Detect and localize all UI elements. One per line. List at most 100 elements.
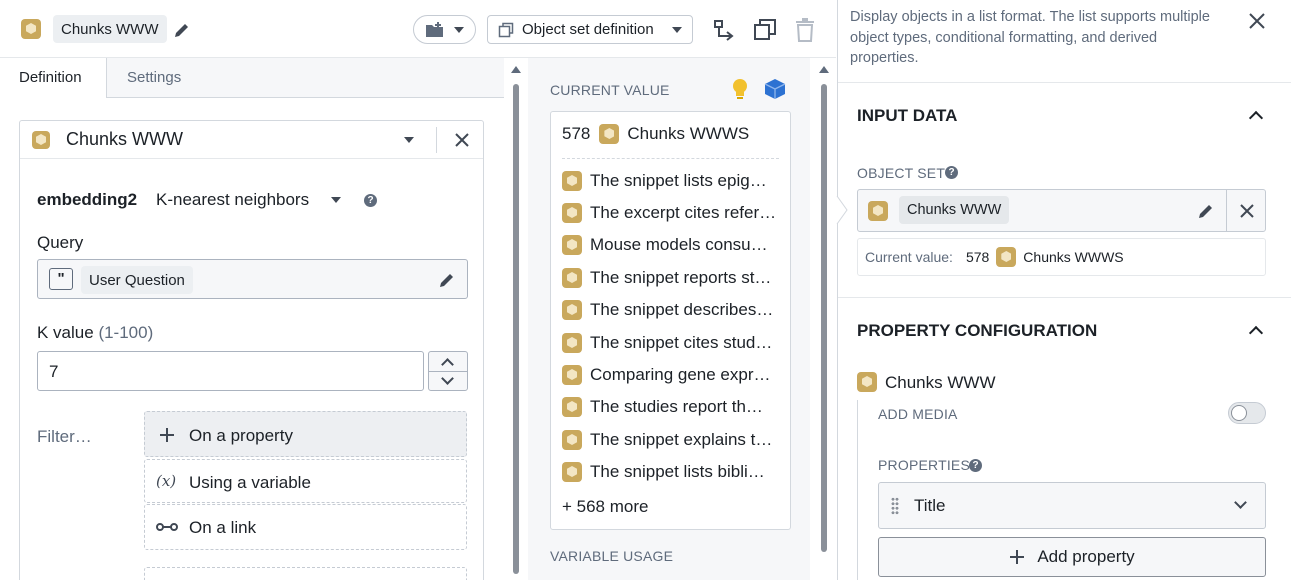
lightbulb-icon[interactable] (731, 78, 749, 100)
middle-scrollbar[interactable] (818, 58, 830, 580)
add-media-label: ADD MEDIA (878, 406, 958, 422)
list-item[interactable]: Comparing gene expr… (562, 360, 784, 390)
panel-pointer (836, 196, 848, 224)
increment-icon[interactable] (441, 358, 454, 371)
query-input[interactable]: " User Question (37, 259, 468, 299)
card-object-type: Chunks WWW (66, 129, 183, 149)
property-select[interactable]: Title (878, 482, 1266, 529)
list-item[interactable]: The snippet lists epig… (562, 166, 784, 196)
add-folder-dropdown-button[interactable] (413, 15, 476, 44)
chevron-up-icon[interactable] (1248, 325, 1264, 341)
object-type-icon (562, 462, 582, 482)
list-item[interactable]: The snippet lists bibli… (562, 457, 784, 487)
filter-option-label: On a property (189, 426, 293, 445)
divider (562, 158, 779, 159)
object-set-current-value: Current value: 578 Chunks WWWS (857, 238, 1266, 276)
chevron-down-icon[interactable] (331, 197, 341, 203)
current-value-list: 578 Chunks WWWS The snippet lists epig… … (550, 111, 791, 530)
filter-option-label: On a link (189, 518, 257, 537)
list-item[interactable]: The studies report th… (562, 392, 784, 422)
editor-tabs: Definition Settings (0, 58, 504, 98)
close-icon[interactable] (454, 132, 470, 148)
filter-on-property-option[interactable]: On a property (144, 411, 467, 457)
query-label: Query (37, 233, 84, 252)
widget-config-panel: Display objects in a list format. The li… (837, 0, 1291, 580)
drag-handle-icon[interactable] (891, 497, 899, 515)
left-scrollbar[interactable] (510, 58, 522, 580)
object-type-icon (21, 19, 41, 39)
object-set-label: OBJECT SET (857, 165, 946, 181)
chevron-down-icon[interactable] (404, 137, 414, 143)
add-property-button[interactable]: Add property (878, 537, 1266, 577)
help-icon[interactable]: ? (945, 166, 958, 179)
add-media-toggle[interactable] (1228, 402, 1266, 424)
list-item[interactable]: The snippet describes… (562, 295, 784, 325)
scroll-up-icon[interactable] (511, 66, 521, 73)
list-item[interactable]: The excerpt cites refer… (562, 198, 784, 228)
k-value-stepper[interactable] (428, 351, 468, 391)
edit-pencil-icon[interactable] (437, 270, 457, 290)
tab-definition[interactable]: Definition (0, 58, 107, 98)
object-set-chip[interactable]: Chunks WWW (899, 196, 1010, 224)
list-item[interactable]: The snippet reports st… (562, 263, 784, 293)
object-type-icon (562, 300, 582, 320)
list-item[interactable]: The snippet cites stud… (562, 328, 784, 358)
object-type-icon (562, 333, 582, 353)
tab-settings[interactable]: Settings (108, 58, 200, 98)
copy-icon (498, 22, 514, 37)
tree-line (857, 400, 858, 580)
object-type-icon (996, 247, 1017, 267)
scroll-thumb[interactable] (513, 84, 519, 574)
list-item[interactable]: The snippet explains t… (562, 425, 784, 455)
close-icon[interactable] (1240, 204, 1254, 218)
object-count: 578 (562, 124, 591, 143)
input-data-title: INPUT DATA (857, 106, 958, 125)
object-type-icon (32, 131, 50, 149)
k-value-label: K value (1-100) (37, 323, 154, 342)
chevron-down-icon (671, 26, 682, 33)
filter-more-option[interactable] (144, 567, 467, 580)
embedding-property-label: embedding2 (37, 190, 138, 209)
object-type-icon (857, 372, 877, 392)
object-set-definition-card: Chunks WWW embedding2 K-nearest neighbor… (19, 120, 484, 580)
object-set-input[interactable]: Chunks WWW (857, 189, 1266, 232)
trash-icon[interactable] (794, 18, 816, 42)
divider (436, 127, 437, 153)
edit-pencil-icon[interactable] (1196, 201, 1216, 221)
filter-on-link-option[interactable]: On a link (144, 504, 467, 550)
scroll-up-icon[interactable] (819, 66, 829, 73)
object-set-definition-dropdown[interactable]: Object set definition (487, 15, 693, 44)
list-item[interactable]: Mouse models consu… (562, 230, 784, 260)
quote-icon: " (49, 268, 73, 290)
close-icon[interactable] (1249, 13, 1265, 29)
plus-icon (160, 428, 174, 442)
chevron-up-icon[interactable] (1248, 110, 1264, 126)
filter-label: Filter… (37, 427, 92, 446)
k-value-input[interactable]: 7 (37, 351, 424, 391)
object-type-icon (562, 430, 582, 450)
more-items-link[interactable]: + 568 more (562, 497, 648, 517)
filter-using-variable-option[interactable]: (x) Using a variable (144, 459, 467, 503)
current-value-summary: 578 Chunks WWWS (562, 124, 749, 144)
edit-pencil-icon[interactable] (172, 20, 192, 40)
object-type-icon (562, 365, 582, 385)
widget-description: Display objects in a list format. The li… (850, 9, 1210, 66)
widget-header: Chunks WWW Object set definition (0, 0, 836, 58)
object-type-icon (562, 268, 582, 288)
query-variable-chip[interactable]: User Question (81, 266, 193, 294)
decrement-icon[interactable] (441, 372, 454, 385)
swap-icon[interactable] (712, 18, 736, 42)
properties-label: PROPERTIES (878, 457, 970, 473)
divider (838, 82, 1291, 83)
widget-name-chip[interactable]: Chunks WWW (53, 15, 167, 43)
chevron-down-icon[interactable] (1234, 496, 1247, 509)
scroll-thumb[interactable] (821, 84, 827, 552)
card-header: Chunks WWW (20, 121, 483, 159)
help-icon[interactable]: ? (364, 194, 377, 207)
search-mode-select[interactable]: K-nearest neighbors (156, 190, 309, 210)
property-config-title: PROPERTY CONFIGURATION (857, 321, 1098, 340)
object-cube-icon[interactable] (764, 78, 786, 100)
duplicate-icon[interactable] (753, 18, 777, 42)
object-type-icon (562, 203, 582, 223)
help-icon[interactable]: ? (969, 459, 982, 472)
